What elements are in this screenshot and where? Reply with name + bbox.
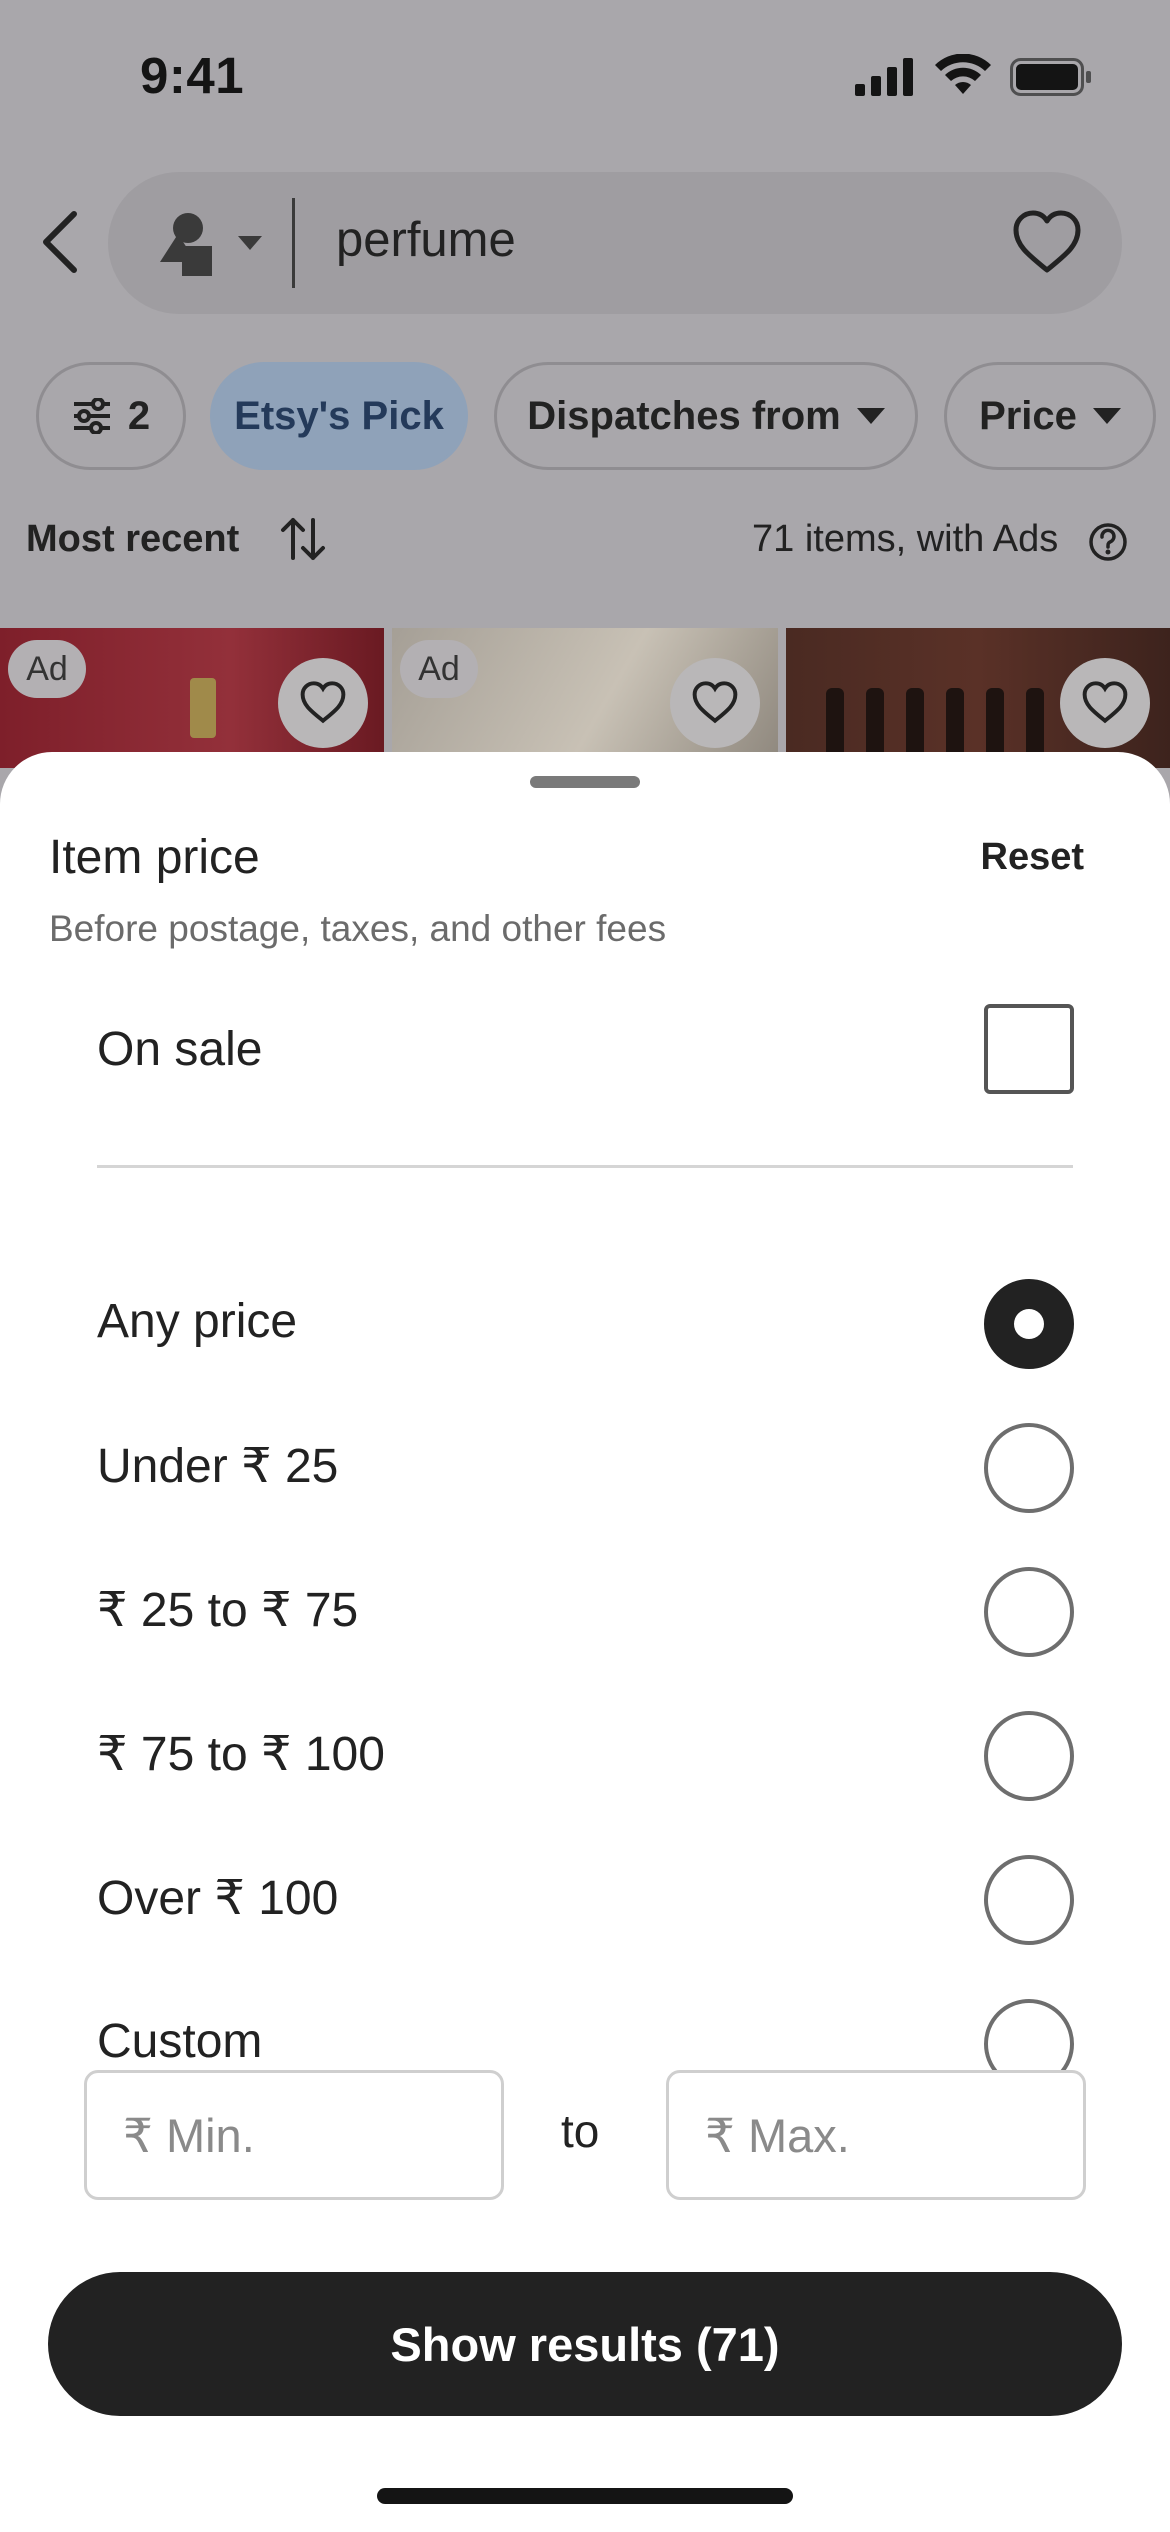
caret-down-icon [1092,408,1121,424]
listing-card[interactable]: Ad [392,628,778,768]
home-indicator [377,2488,793,2504]
heart-icon [300,681,346,724]
radio-button[interactable] [984,1855,1074,1945]
price-option-under-25[interactable]: Under ₹ 25 [0,1408,1170,1528]
option-label: ₹ 75 to ₹ 100 [97,1728,385,1781]
reset-button[interactable]: Reset [981,836,1085,879]
chip-dispatches-from[interactable]: Dispatches from [494,362,918,470]
min-price-input[interactable] [87,2073,501,2197]
ad-badge: Ad [400,640,478,698]
heart-icon [692,681,738,724]
radio-button[interactable] [984,1567,1074,1657]
price-option-25-to-75[interactable]: ₹ 25 to ₹ 75 [0,1552,1170,1672]
on-sale-label: On sale [97,1023,263,1076]
option-label: ₹ 25 to ₹ 75 [97,1584,359,1637]
product-image [190,678,216,738]
option-label: Over ₹ 100 [97,1872,339,1925]
sheet-title: Item price [49,831,260,884]
status-time: 9:41 [140,47,245,104]
price-filter-sheet: Item price Reset Before postage, taxes, … [0,752,1170,2532]
help-icon[interactable] [1088,522,1128,562]
favorite-button[interactable] [1060,658,1150,748]
radio-button[interactable] [984,1423,1074,1513]
favorite-button[interactable] [278,658,368,748]
items-count: 71 items, with Ads [752,518,1059,560]
range-to-label: to [561,2105,600,2157]
filters-button[interactable]: 2 [36,362,186,470]
favorite-button[interactable] [670,658,760,748]
battery-icon [1010,58,1091,96]
chip-etsys-pick[interactable]: Etsy's Pick [210,362,468,470]
back-button[interactable] [30,200,90,284]
search-divider [292,198,295,288]
min-price-field[interactable] [84,2070,504,2200]
on-sale-checkbox[interactable] [984,1004,1074,1094]
filter-chips: 2 Etsy's Pick Dispatches from Price [0,362,1170,472]
listing-grid: Ad Ad [0,628,1170,768]
option-label: Under ₹ 25 [97,1440,339,1493]
status-bar: 9:41 [0,0,1170,150]
option-label: Custom [97,2015,263,2068]
ad-badge: Ad [8,640,86,698]
chip-label: Etsy's Pick [234,393,444,438]
sheet-subtitle: Before postage, taxes, and other fees [49,908,667,949]
heart-icon[interactable] [1012,208,1082,278]
show-results-button[interactable]: Show results (71) [48,2272,1122,2416]
max-price-field[interactable] [666,2070,1086,2200]
sliders-icon [73,398,110,434]
sheet-grabber[interactable] [530,776,640,788]
listing-card[interactable] [786,628,1170,768]
category-shapes-icon[interactable] [158,212,268,276]
heart-icon [1082,681,1128,724]
listing-card[interactable]: Ad [0,628,384,768]
radio-button-selected[interactable] [984,1279,1074,1369]
sort-button[interactable]: Most recent [26,518,239,561]
chevron-left-icon [43,211,77,273]
wifi-icon [935,54,991,94]
price-option-over-100[interactable]: Over ₹ 100 [0,1840,1170,1960]
price-option-75-to-100[interactable]: ₹ 75 to ₹ 100 [0,1696,1170,1816]
price-option-any[interactable]: Any price [0,1264,1170,1384]
radio-button[interactable] [984,1711,1074,1801]
filters-count: 2 [127,393,151,438]
search-query[interactable]: perfume [336,212,516,268]
search-bar[interactable]: perfume [108,172,1122,314]
chip-label: Dispatches from [527,393,841,438]
option-label: Any price [97,1295,298,1348]
max-price-input[interactable] [669,2073,1083,2197]
chip-price[interactable]: Price [944,362,1156,470]
sort-arrows-icon[interactable] [280,516,326,562]
divider [97,1165,1073,1168]
cellular-signal-icon [855,58,913,96]
chip-label: Price [979,393,1077,438]
caret-down-icon [856,408,885,424]
